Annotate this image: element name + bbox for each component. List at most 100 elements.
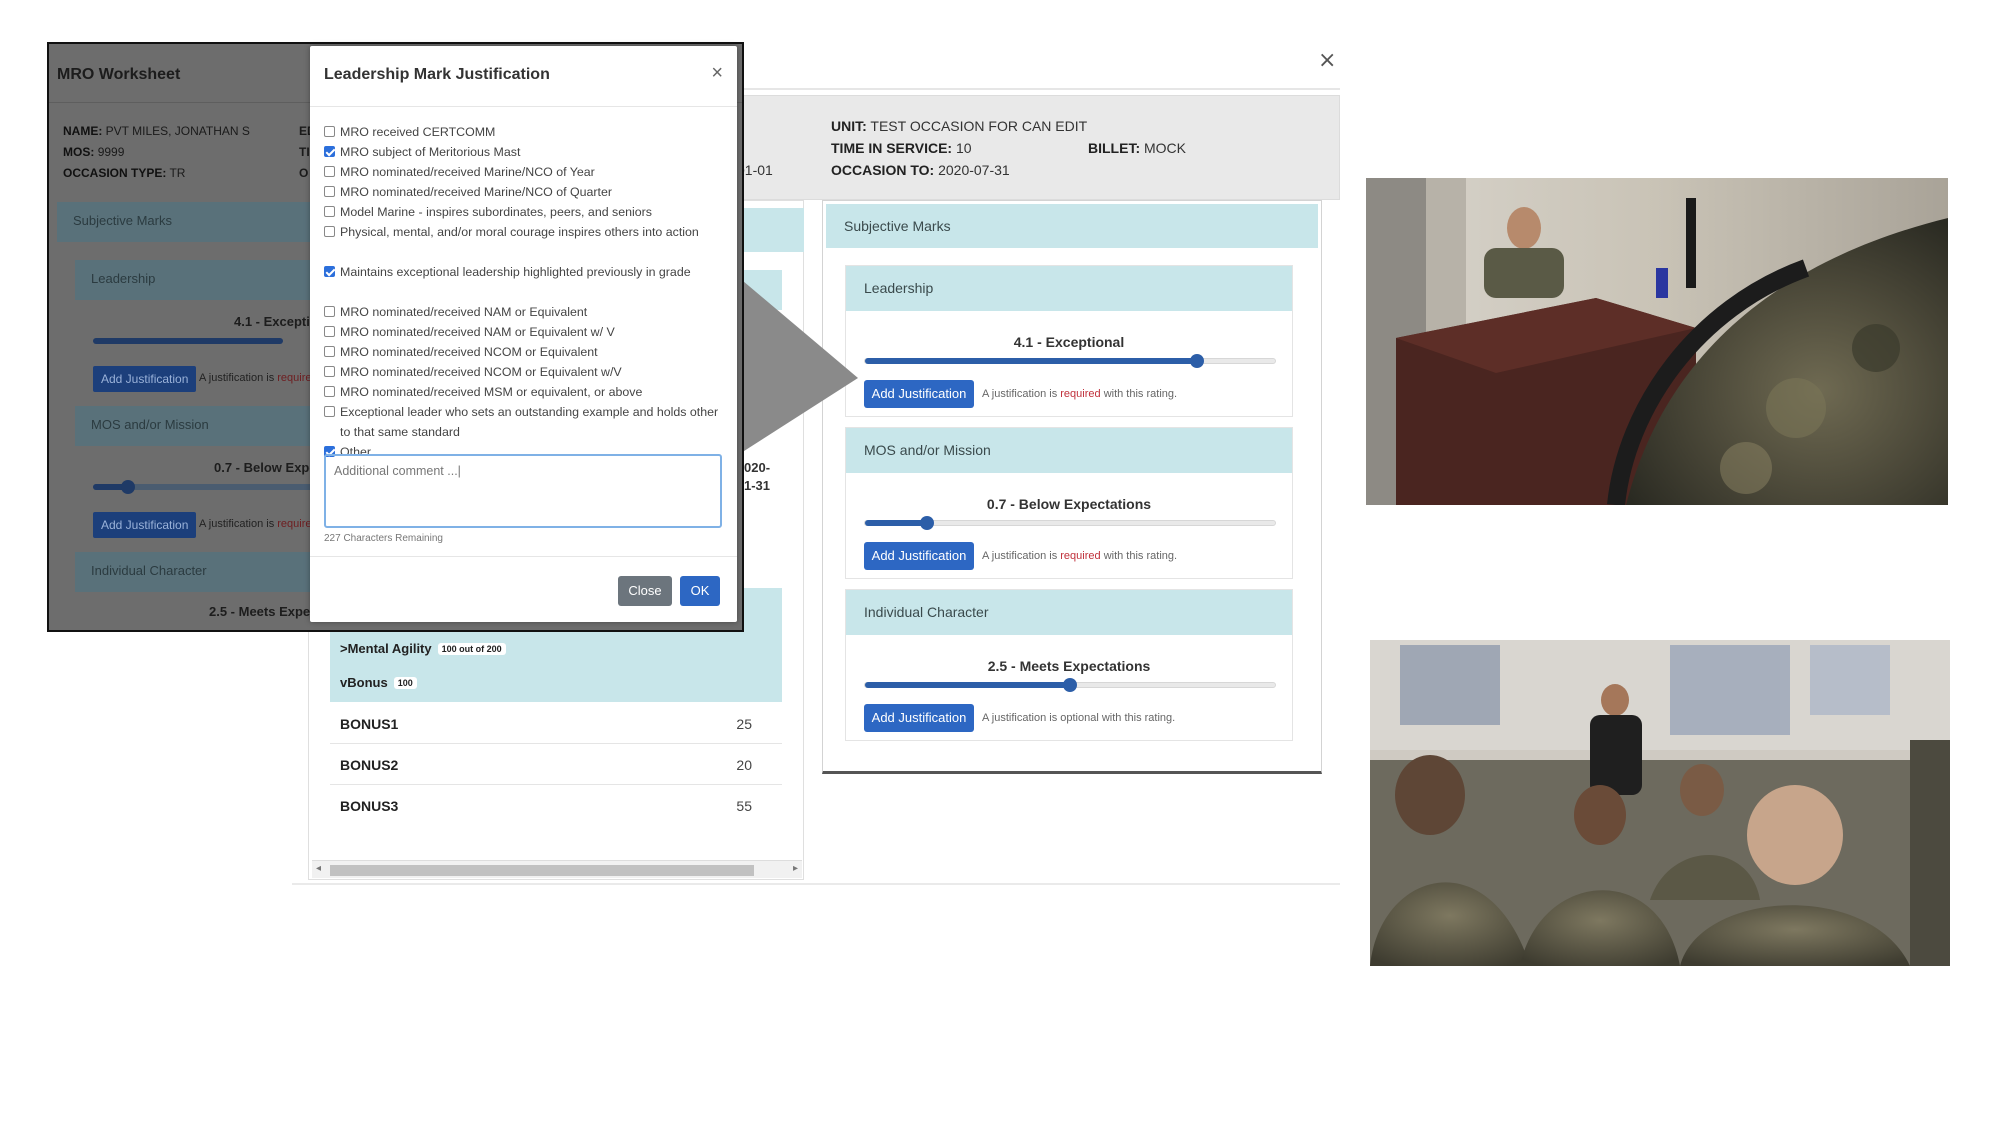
overlay-cut-label-c: O — [299, 166, 309, 180]
option-label: MRO received CERTCOMM — [340, 125, 496, 139]
checkbox-unchecked[interactable] — [324, 366, 335, 377]
rating-slider-fill — [865, 358, 1198, 364]
modal-header-divider — [310, 106, 737, 107]
justification-option[interactable]: MRO nominated/received NAM or Equivalent… — [324, 322, 724, 342]
overlay-cut-label-b: TI — [299, 145, 310, 159]
mos-value: 9999 — [97, 145, 125, 159]
option-label: MRO nominated/received Marine/NCO of Qua… — [340, 185, 613, 199]
rating-slider[interactable] — [864, 678, 1276, 692]
header-divider — [742, 88, 1340, 90]
note-text: with this rating. — [1103, 550, 1178, 562]
justification-option[interactable]: Physical, mental, and/or moral courage i… — [324, 222, 724, 262]
rating-slider-handle[interactable] — [1190, 354, 1205, 368]
checkbox-checked[interactable] — [324, 266, 335, 277]
subjective-marks-title: Subjective Marks — [844, 218, 951, 234]
option-label: Model Marine - inspires subordinates, pe… — [340, 205, 652, 219]
bonus-badge: 100 — [393, 677, 417, 689]
unit-value: TEST OCCASION FOR CAN EDIT — [870, 118, 1088, 134]
subjective-mark-header: Individual Character — [846, 590, 1292, 635]
checkbox-unchecked[interactable] — [324, 126, 335, 137]
marine-at-desk-photo — [1366, 178, 1948, 505]
mro-worksheet-title: MRO Worksheet — [57, 66, 181, 83]
horizontal-scrollbar[interactable]: ◂ ▸ — [312, 860, 802, 878]
rating-slider-fill — [865, 520, 927, 526]
table-row: BONUS2 20 — [330, 745, 782, 785]
overlay-mos-slider-knob — [121, 480, 135, 494]
subjective-mark-card: MOS and/or Mission 0.7 - Below Expectatio… — [845, 427, 1293, 579]
footer-divider — [292, 883, 1340, 885]
overlay-mos-value: 0.7 - Below Expe — [214, 460, 317, 475]
rating-value-label: 2.5 - Meets Expectations — [987, 658, 1151, 674]
rating-value-label: 4.1 - Exceptional — [1013, 334, 1125, 350]
checkbox-unchecked[interactable] — [324, 386, 335, 397]
overlay-leadership-value: 4.1 - Exceptio — [234, 314, 318, 329]
additional-comment-input[interactable]: Additional comment ...| — [324, 454, 722, 528]
rating-slider[interactable] — [864, 354, 1276, 368]
note-text: A justification is optional with this ra… — [982, 712, 1176, 724]
option-label: MRO nominated/received NCOM or Equivalen… — [340, 345, 598, 359]
overlay-subjective-title: Subjective Marks — [73, 213, 172, 228]
justification-option[interactable]: MRO nominated/received NAM or Equivalent — [324, 302, 724, 322]
rating-value-label: 0.7 - Below Expectations — [986, 496, 1152, 512]
justification-option[interactable]: MRO nominated/received NCOM or Equivalen… — [324, 362, 724, 382]
ok-button[interactable]: OK — [680, 576, 720, 606]
billet-value: MOCK — [1144, 140, 1186, 156]
overlay-individual-header: Individual Character — [75, 552, 327, 592]
overlay-leadership-slider — [93, 338, 283, 344]
overlay-subjective-header: Subjective Marks — [57, 202, 327, 242]
note-required: required — [1060, 388, 1101, 400]
checkbox-unchecked[interactable] — [324, 166, 335, 177]
rating-slider[interactable] — [864, 516, 1276, 530]
overlay-leadership-title: Leadership — [91, 271, 156, 286]
subjective-mark-title: Individual Character — [864, 604, 989, 620]
checkbox-unchecked[interactable] — [324, 406, 335, 417]
left-panel-header-strip — [744, 208, 804, 252]
overlay-justification-note: A justification is require — [199, 372, 312, 384]
callout-arrow-icon — [730, 270, 858, 460]
checkbox-unchecked[interactable] — [324, 346, 335, 357]
mental-agility-badge: 100 out of 200 — [437, 643, 506, 655]
rating-slider-handle[interactable] — [919, 516, 934, 530]
rating-slider-handle[interactable] — [1063, 678, 1077, 692]
justification-option[interactable]: Maintains exceptional leadership highlig… — [324, 262, 724, 302]
justification-option[interactable]: Exceptional leader who sets an outstandi… — [324, 402, 724, 442]
checkbox-unchecked[interactable] — [324, 206, 335, 217]
checkbox-unchecked[interactable] — [324, 226, 335, 237]
checkbox-unchecked[interactable] — [324, 326, 335, 337]
characters-remaining: 227 Characters Remaining — [324, 533, 443, 544]
bonus-row-header[interactable]: vBonus 100 — [330, 664, 782, 702]
mental-agility-row[interactable]: >Mental Agility 100 out of 200 — [330, 630, 782, 668]
justification-option[interactable]: Model Marine - inspires subordinates, pe… — [324, 202, 724, 222]
modal-close-icon[interactable]: × — [711, 62, 723, 85]
checkbox-unchecked[interactable] — [324, 306, 335, 317]
billet-label: BILLET: — [1088, 140, 1141, 156]
add-justification-button[interactable]: Add Justification — [864, 704, 974, 732]
justification-option[interactable]: MRO received CERTCOMM — [324, 122, 724, 142]
overlay-add-justification-button: Add Justification — [93, 512, 197, 538]
billet-field: BILLET: MOCK — [1088, 140, 1186, 156]
background-close-icon[interactable]: × — [1318, 50, 1336, 72]
overlay-note-text: A justification is — [199, 518, 275, 530]
option-label: Physical, mental, and/or moral courage i… — [340, 225, 699, 239]
scroll-right-icon[interactable]: ▸ — [793, 863, 798, 874]
option-label: Exceptional leader who sets an outstandi… — [340, 405, 719, 439]
note-text: A justification is — [982, 550, 1058, 562]
checkbox-unchecked[interactable] — [324, 186, 335, 197]
overlay-occasion-type-field: OCCASION TYPE: TR — [63, 166, 185, 180]
scroll-left-icon[interactable]: ◂ — [316, 863, 321, 874]
justification-option[interactable]: MRO nominated/received NCOM or Equivalen… — [324, 342, 724, 362]
add-justification-button[interactable]: Add Justification — [864, 542, 974, 570]
bonus-value: 25 — [736, 716, 752, 732]
option-label: MRO nominated/received NCOM or Equivalen… — [340, 365, 622, 379]
checkbox-checked[interactable] — [324, 146, 335, 157]
add-justification-button[interactable]: Add Justification — [864, 380, 974, 408]
justification-option[interactable]: MRO nominated/received MSM or equivalent… — [324, 382, 724, 402]
close-button[interactable]: Close — [618, 576, 672, 606]
justification-option[interactable]: MRO subject of Meritorious Mast — [324, 142, 724, 162]
justification-option[interactable]: MRO nominated/received Marine/NCO of Qua… — [324, 182, 724, 202]
justification-option[interactable]: MRO nominated/received Marine/NCO of Yea… — [324, 162, 724, 182]
scrollbar-thumb[interactable] — [330, 865, 754, 876]
occasion-to-label: OCCASION TO: — [831, 162, 935, 178]
tis-label: TIME IN SERVICE: — [831, 140, 953, 156]
overlay-justification-note: A justification is require — [199, 518, 312, 530]
